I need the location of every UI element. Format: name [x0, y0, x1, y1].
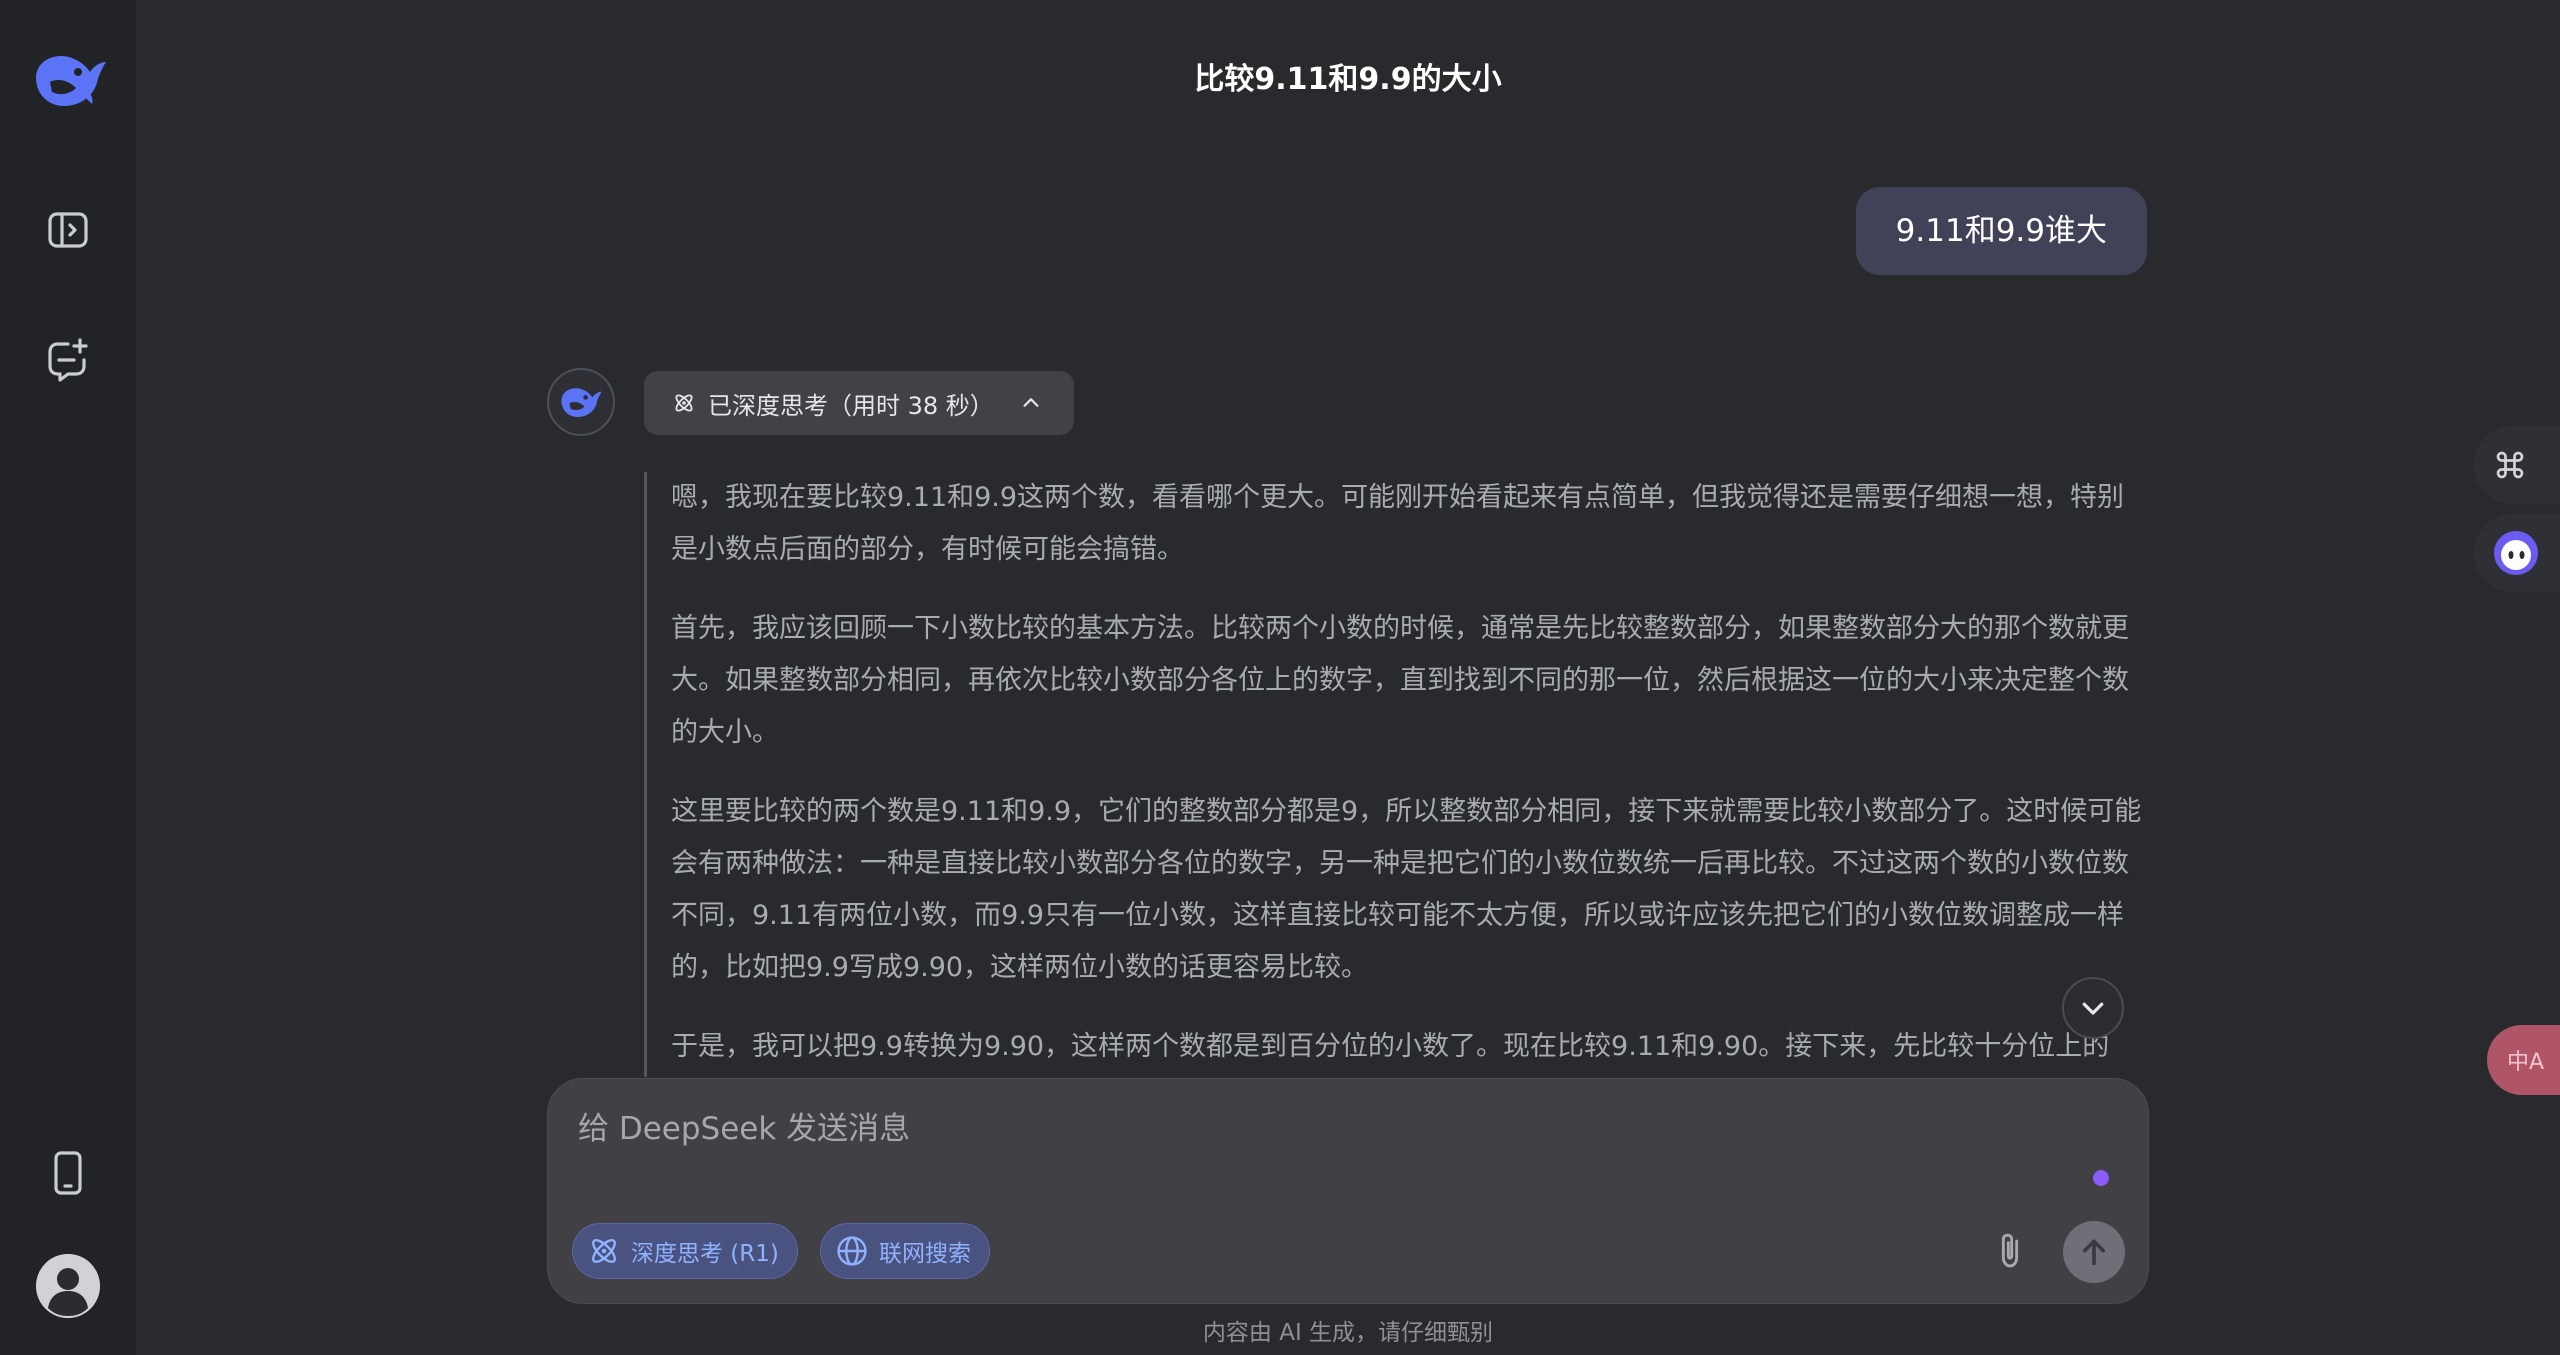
send-button[interactable]: [2063, 1221, 2125, 1283]
web-search-label: 联网搜索: [879, 1241, 971, 1267]
sidebar-toggle-button[interactable]: [38, 200, 98, 260]
user-message-bubble: 9.11和9.9谁大: [1855, 187, 2147, 275]
deep-think-label: 深度思考 (R1): [631, 1241, 779, 1267]
mobile-app-button[interactable]: [38, 1143, 98, 1203]
status-dot: [2093, 1170, 2109, 1186]
translate-button[interactable]: 中A: [2487, 1025, 2560, 1095]
command-icon: [2496, 451, 2524, 479]
ai-disclaimer: 内容由 AI 生成，请仔细甄别: [1202, 1320, 1494, 1346]
thinking-paragraph: 于是，我可以把9.9转换为9.90，这样两个数都是到百分位的小数了。现在比较9.…: [671, 1031, 2110, 1062]
atom-icon: [675, 394, 693, 412]
chevron-up-icon: [1023, 398, 1039, 407]
paperclip-icon: [2001, 1233, 2019, 1268]
user-avatar-icon: [36, 1254, 100, 1318]
translate-icon: 中A: [2507, 1050, 2545, 1075]
robot-face-icon: [2494, 531, 2538, 575]
message-input[interactable]: [576, 1101, 2076, 1157]
thinking-paragraph: 这里要比较的两个数是9.11和9.9，它们的整数部分都是9，所以整数部分相同，接…: [671, 796, 2142, 983]
thinking-paragraph: 首先，我应该回顾一下小数比较的基本方法。比较两个小数的时候，通常是先比较整数部分…: [671, 613, 2129, 748]
user-avatar[interactable]: [36, 1254, 100, 1318]
command-shortcut-button[interactable]: [2474, 426, 2560, 504]
new-chat-button[interactable]: [38, 330, 98, 390]
deepseek-logo-icon[interactable]: [30, 48, 110, 112]
bot-avatar: [547, 368, 615, 436]
scroll-to-bottom-button[interactable]: [2062, 977, 2124, 1039]
deepseek-whale-icon: [561, 388, 602, 417]
chevron-down-icon: [2082, 1002, 2104, 1015]
web-search-toggle[interactable]: 联网搜索: [820, 1223, 990, 1279]
thinking-paragraph: 嗯，我现在要比较9.11和9.9这两个数，看看哪个更大。可能刚开始看起来有点简单…: [671, 482, 2125, 565]
sidebar-toggle-icon: [48, 212, 88, 248]
globe-icon: [837, 1236, 867, 1266]
thinking-chip-label: 已深度思考（用时 38 秒）: [708, 391, 994, 420]
mobile-app-icon: [54, 1151, 82, 1195]
arrow-up-icon: [2082, 1239, 2106, 1266]
deep-think-toggle[interactable]: 深度思考 (R1): [572, 1223, 798, 1279]
page-title: 比较9.11和9.9的大小: [1194, 62, 1502, 97]
atom-icon: [592, 1239, 616, 1263]
assistant-widget-button[interactable]: [2474, 514, 2560, 592]
thinking-content: 嗯，我现在要比较9.11和9.9这两个数，看看哪个更大。可能刚开始看起来有点简单…: [644, 472, 2144, 1077]
new-chat-icon: [48, 338, 88, 382]
attach-file-button[interactable]: [1986, 1223, 2034, 1279]
sidebar: [0, 0, 136, 1355]
thinking-toggle-button[interactable]: 已深度思考（用时 38 秒）: [644, 371, 1074, 435]
